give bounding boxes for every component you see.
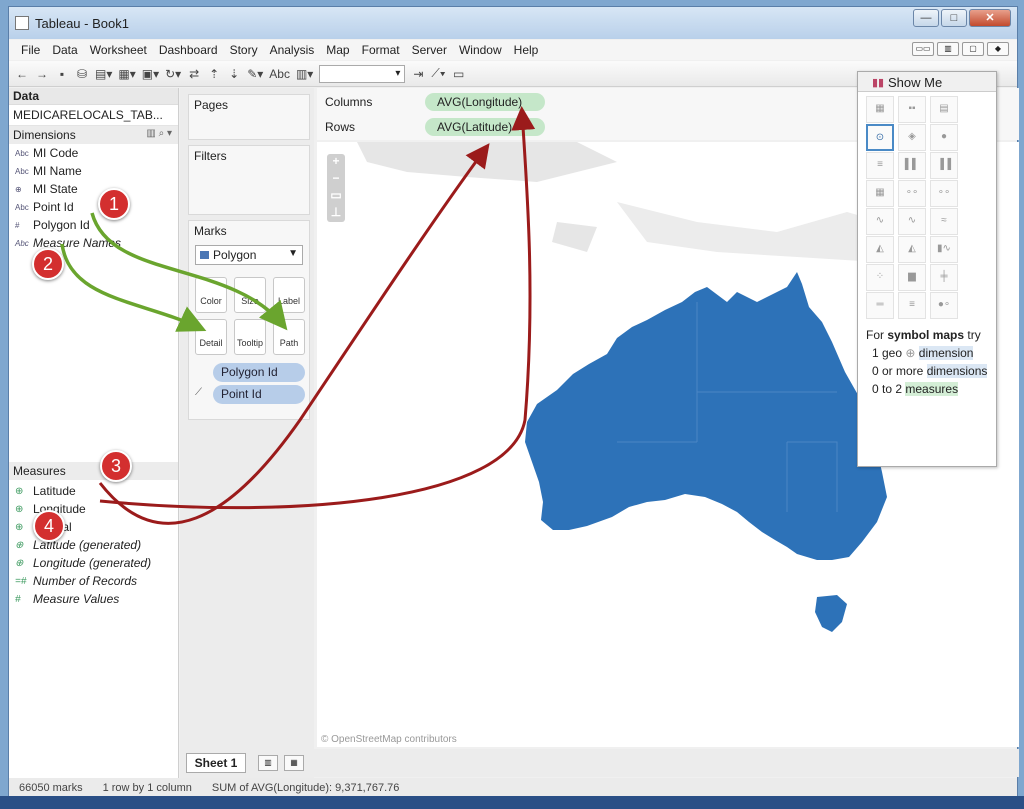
- callout-badge-1: 1: [98, 188, 130, 220]
- annotation-arrows: [60, 106, 536, 525]
- green-arrow-point-id-to-path: [90, 212, 288, 331]
- callout-badge-2: 2: [32, 248, 64, 280]
- red-arrow-latitude-to-rows: [98, 143, 490, 525]
- green-arrow-polygon-id-to-detail: [60, 243, 207, 332]
- red-arrow-longitude-to-columns: [99, 106, 536, 510]
- callout-badge-3: 3: [100, 450, 132, 482]
- callout-badge-4: 4: [33, 510, 65, 542]
